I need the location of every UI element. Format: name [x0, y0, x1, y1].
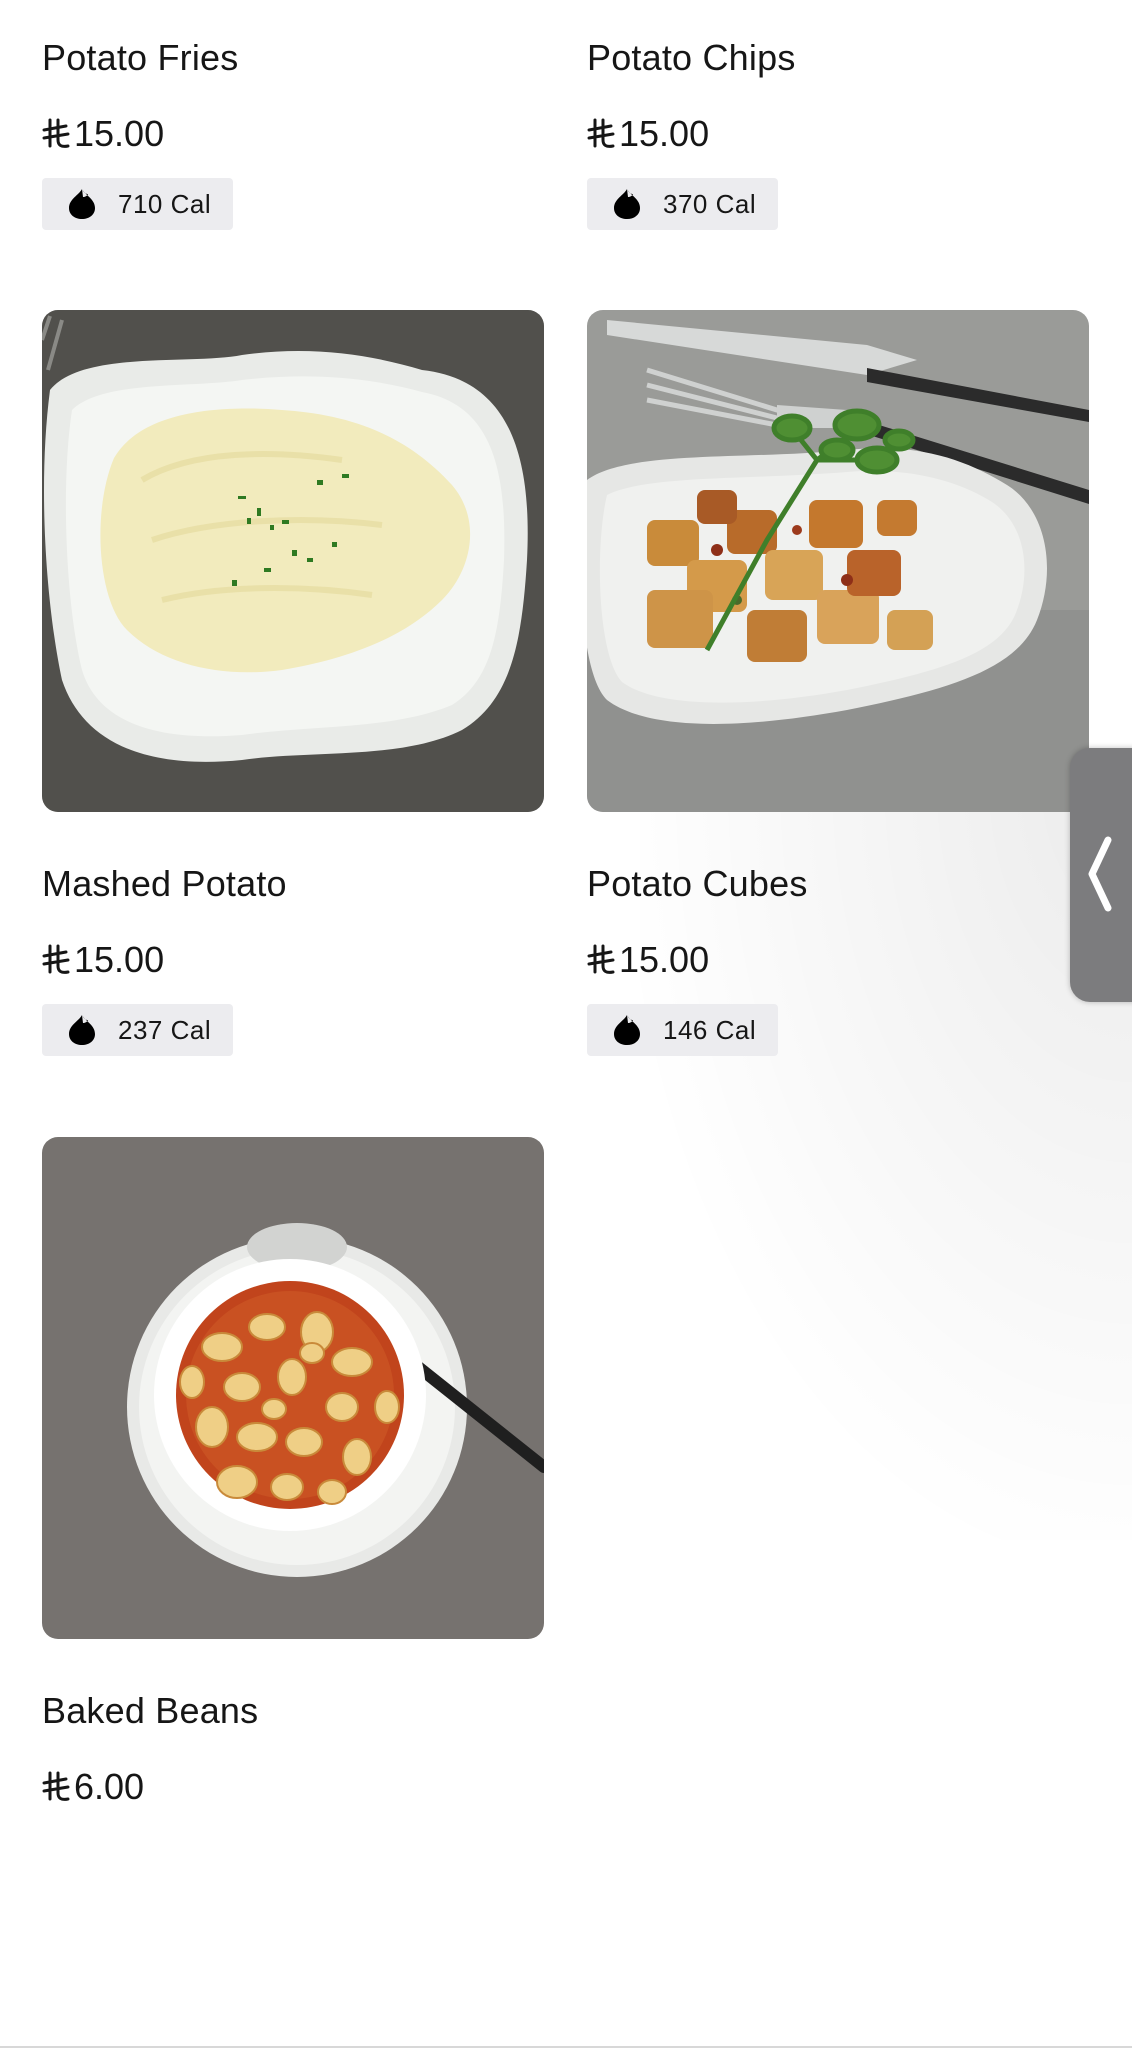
riyal-currency-icon — [42, 1771, 70, 1803]
mashed-potato-image[interactable] — [42, 310, 544, 812]
item-price-row: 15.00 — [42, 112, 544, 156]
item-name: Baked Beans — [42, 1690, 259, 1731]
riyal-currency-icon — [42, 944, 70, 976]
menu-item-potato-chips[interactable]: Potato Chips 15.00 370 Cal — [587, 36, 1089, 230]
flame-drop-icon — [611, 188, 643, 220]
calorie-value: 370 Cal — [663, 188, 757, 219]
item-price-row: 15.00 — [42, 938, 544, 982]
item-name: Potato Fries — [42, 37, 239, 78]
calorie-value: 710 Cal — [118, 188, 212, 219]
item-price: 15.00 — [619, 113, 710, 154]
menu-item-mashed-potato[interactable]: Mashed Potato 15.00 237 Cal — [42, 862, 544, 1056]
flame-drop-icon — [611, 1014, 643, 1046]
menu-item-baked-beans[interactable]: Baked Beans 6.00 — [42, 1689, 544, 1809]
calorie-badge: 146 Cal — [587, 1004, 779, 1056]
baked-beans-image[interactable] — [42, 1137, 544, 1639]
side-panel-toggle[interactable] — [1070, 748, 1132, 1002]
menu-item-potato-cubes[interactable]: Potato Cubes 15.00 146 Cal — [587, 862, 1089, 1056]
flame-drop-icon — [66, 188, 98, 220]
calorie-badge: 710 Cal — [42, 178, 234, 230]
item-price: 15.00 — [619, 939, 710, 980]
item-price-row: 15.00 — [587, 112, 1089, 156]
riyal-currency-icon — [587, 944, 615, 976]
item-price: 15.00 — [74, 939, 165, 980]
item-price: 15.00 — [74, 113, 165, 154]
item-name: Mashed Potato — [42, 863, 287, 904]
calorie-value: 237 Cal — [118, 1014, 212, 1045]
potato-cubes-image[interactable] — [587, 310, 1089, 812]
riyal-currency-icon — [42, 118, 70, 150]
riyal-currency-icon — [587, 118, 615, 150]
calorie-value: 146 Cal — [663, 1014, 757, 1045]
item-price-row: 15.00 — [587, 938, 1089, 982]
item-price-row: 6.00 — [42, 1765, 544, 1809]
menu-item-potato-fries[interactable]: Potato Fries 15.00 710 Cal — [42, 36, 544, 230]
item-name: Potato Chips — [587, 37, 796, 78]
calorie-badge: 237 Cal — [42, 1004, 234, 1056]
item-price: 6.00 — [74, 1766, 145, 1807]
item-name: Potato Cubes — [587, 863, 808, 904]
chevron-left-icon — [1088, 836, 1112, 912]
flame-drop-icon — [66, 1014, 98, 1046]
calorie-badge: 370 Cal — [587, 178, 779, 230]
